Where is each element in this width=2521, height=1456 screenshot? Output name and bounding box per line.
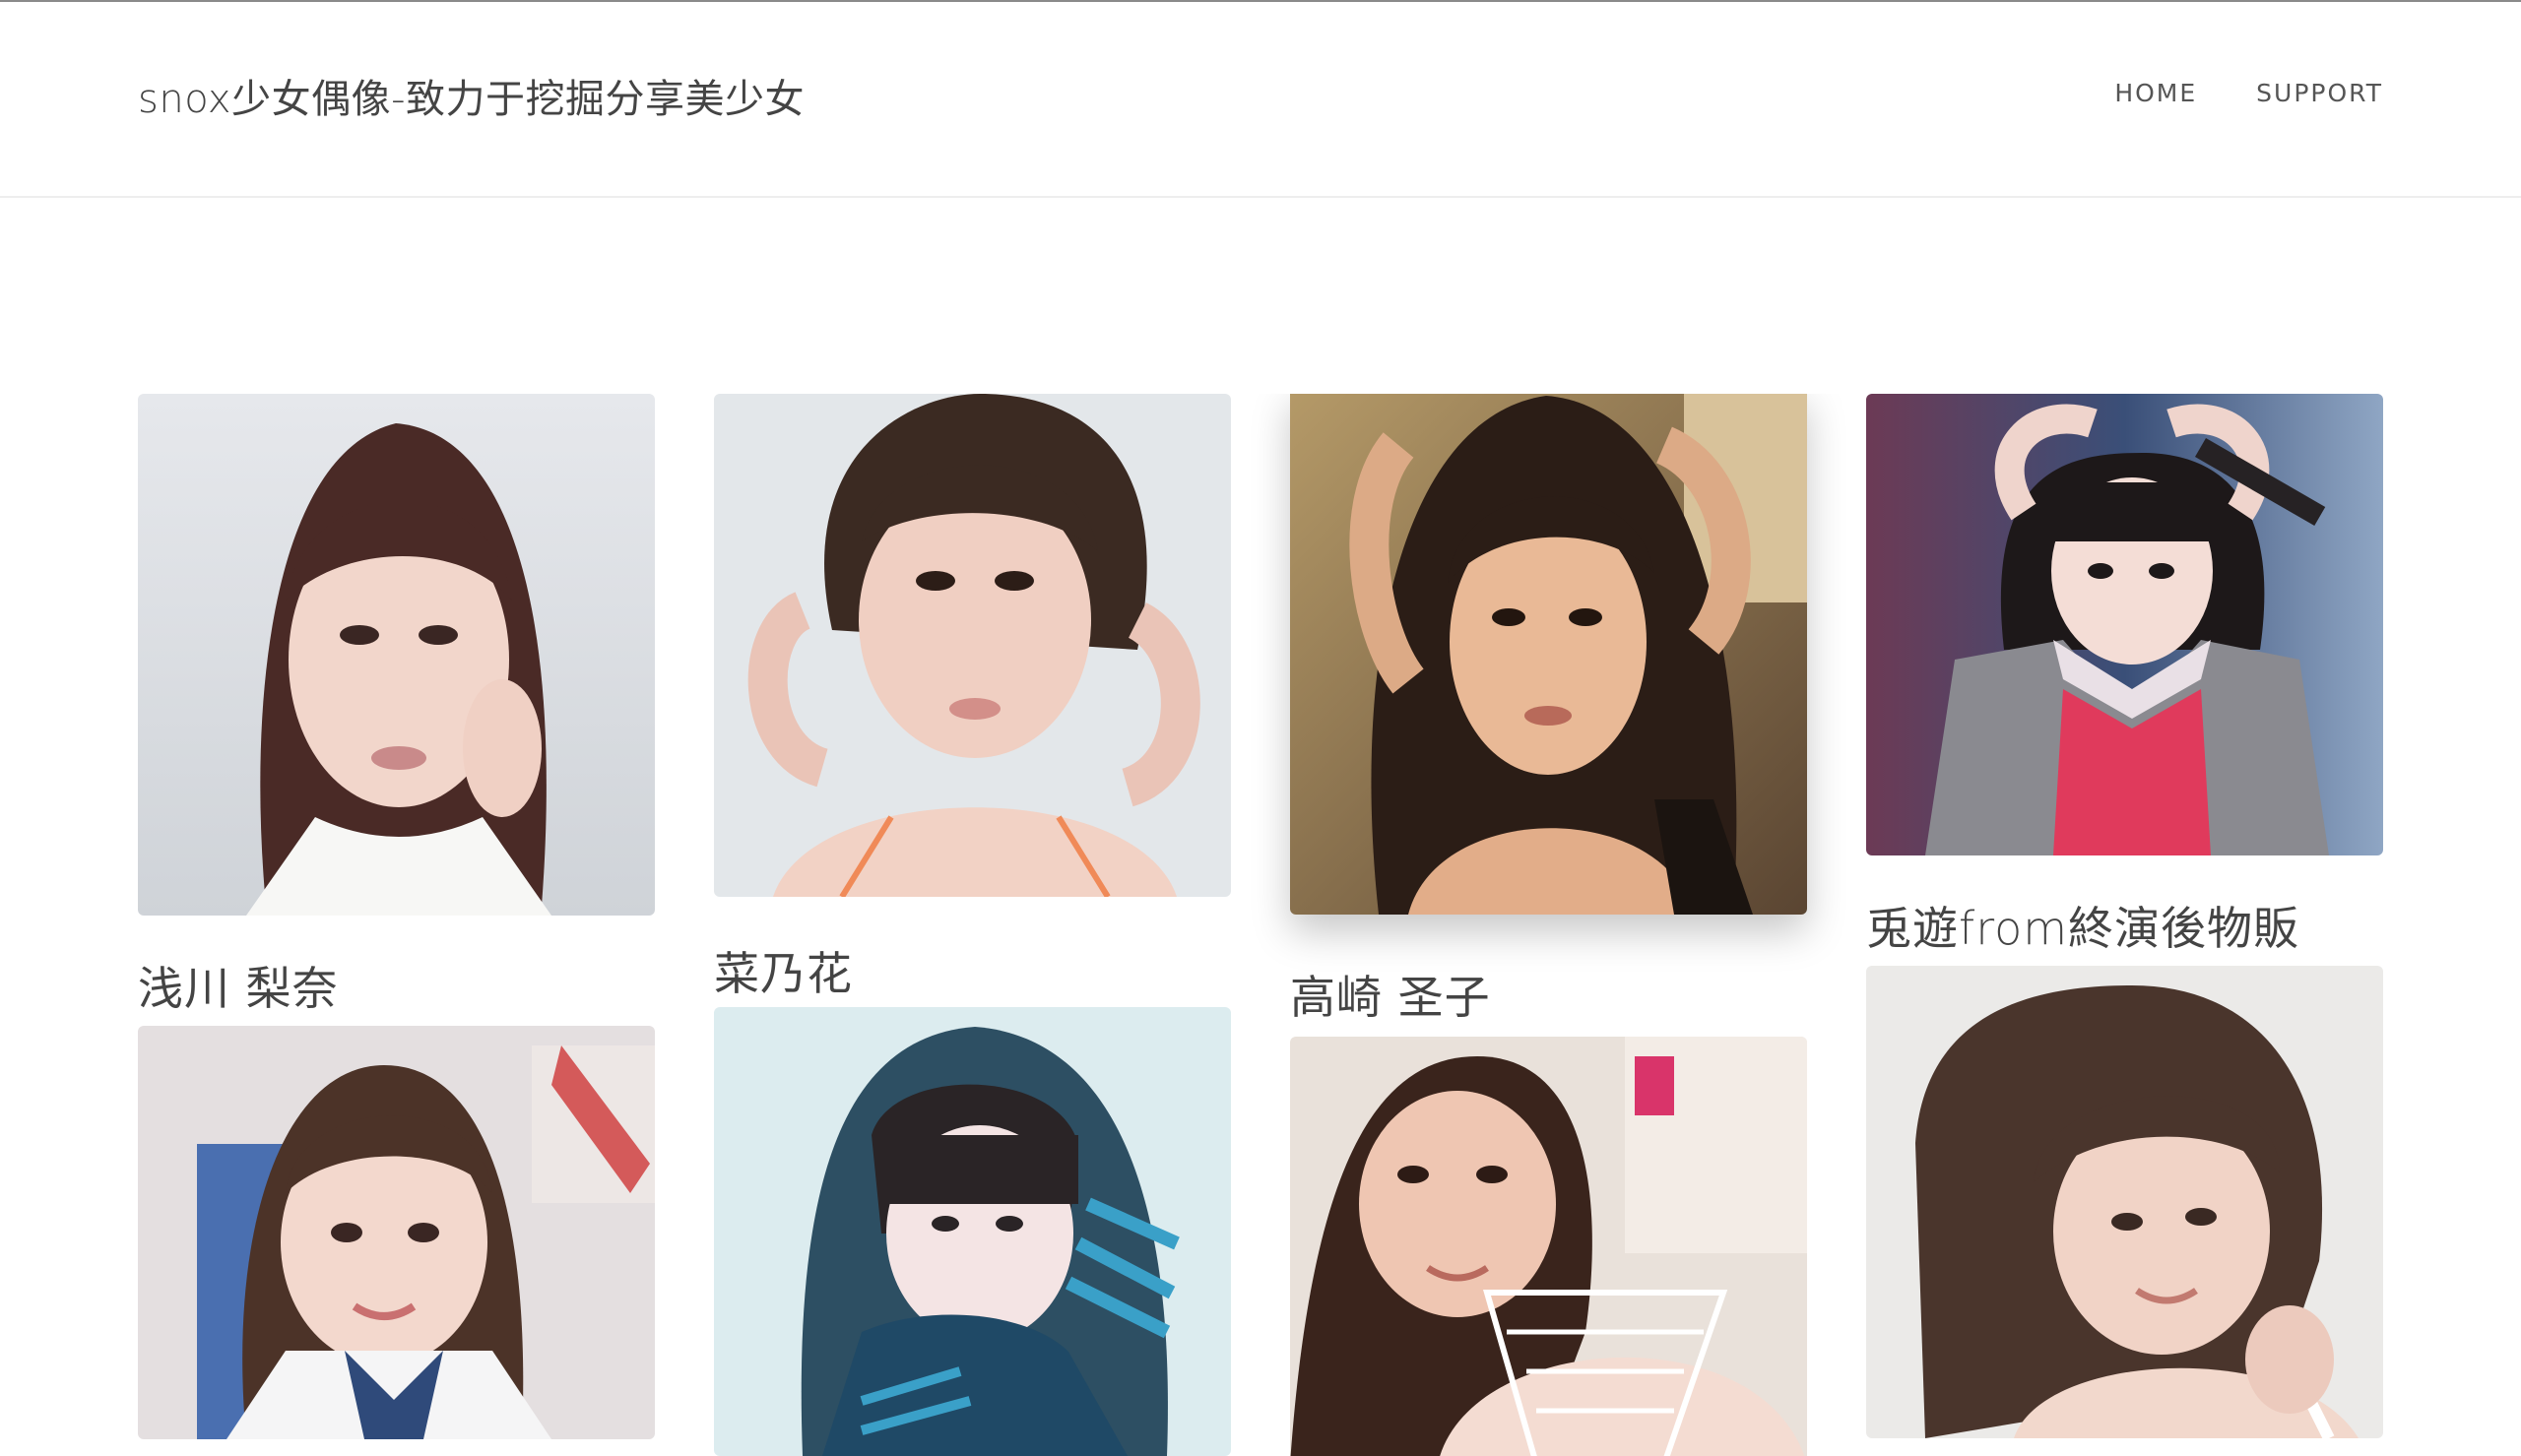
main-nav: HOME SUPPORT bbox=[2114, 79, 2383, 107]
portrait-photo bbox=[714, 394, 1231, 897]
grid-column-4: 兎遊from終演後物販 bbox=[1866, 394, 2383, 1438]
site-header: snox少女偶像-致力于挖掘分享美少女 HOME SUPPORT bbox=[0, 2, 2521, 198]
portrait-photo bbox=[714, 1007, 1231, 1456]
portrait-photo bbox=[138, 394, 655, 916]
gallery-card[interactable]: 高崎 圣子 bbox=[1290, 394, 1807, 1037]
gallery-card[interactable] bbox=[138, 1026, 655, 1439]
portrait-photo bbox=[1866, 966, 2383, 1438]
site-title[interactable]: snox少女偶像-致力于挖掘分享美少女 bbox=[138, 67, 805, 124]
gallery-card[interactable] bbox=[1866, 966, 2383, 1438]
photo-grid: 浅川 梨奈 菜乃花 高崎 圣子 兎遊from終演後物販 bbox=[138, 394, 2383, 1456]
nav-home-link[interactable]: HOME bbox=[2114, 79, 2197, 107]
portrait-photo bbox=[1290, 1037, 1807, 1456]
gallery-card[interactable] bbox=[714, 1007, 1231, 1456]
card-caption: 菜乃花 bbox=[714, 947, 853, 1000]
portrait-photo bbox=[1290, 394, 1807, 915]
gallery-card[interactable]: 菜乃花 bbox=[714, 394, 1231, 1007]
card-caption: 兎遊from終演後物販 bbox=[1866, 902, 2300, 955]
gallery-card[interactable]: 兎遊from終演後物販 bbox=[1866, 394, 2383, 966]
card-caption: 浅川 梨奈 bbox=[138, 962, 339, 1015]
portrait-photo bbox=[1866, 394, 2383, 855]
portrait-photo bbox=[138, 1026, 655, 1439]
gallery-card[interactable] bbox=[1290, 1037, 1807, 1456]
grid-column-1: 浅川 梨奈 bbox=[138, 394, 655, 1439]
gallery-card[interactable]: 浅川 梨奈 bbox=[138, 394, 655, 1026]
nav-support-link[interactable]: SUPPORT bbox=[2256, 79, 2383, 107]
grid-column-2: 菜乃花 bbox=[714, 394, 1231, 1456]
card-caption: 高崎 圣子 bbox=[1290, 971, 1491, 1024]
grid-column-3: 高崎 圣子 bbox=[1290, 394, 1807, 1456]
